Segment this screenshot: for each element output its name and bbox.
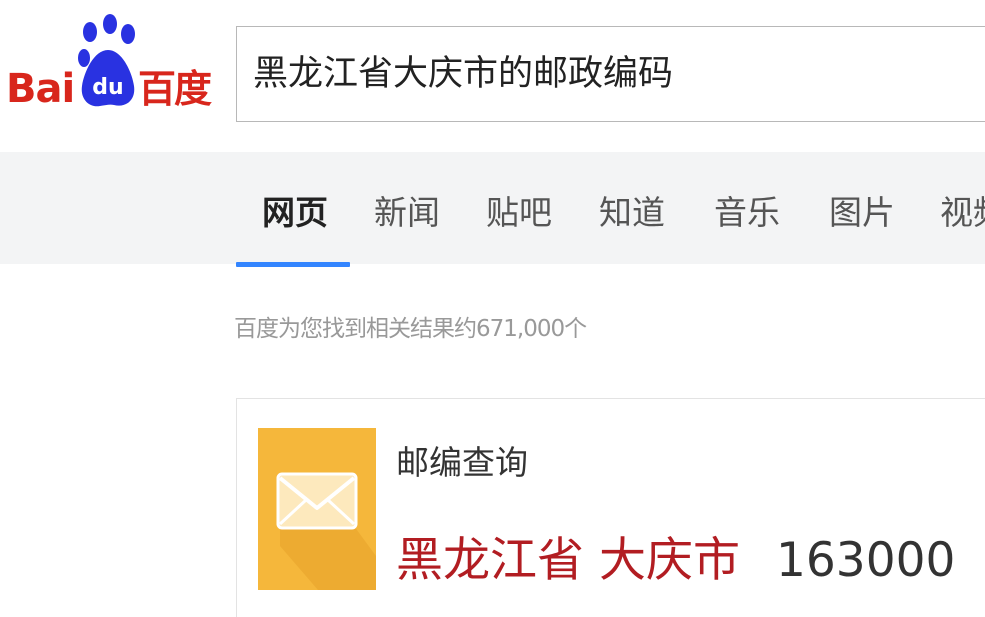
postcode-value: 163000 xyxy=(776,533,956,588)
header: Bai du 百度 xyxy=(0,0,985,152)
postcode-region: 黑龙江省 大庆市 xyxy=(396,533,740,588)
search-input[interactable] xyxy=(253,45,973,103)
tab-web[interactable]: 网页 xyxy=(262,188,328,238)
tab-video[interactable]: 视频 xyxy=(940,188,985,238)
tab-images[interactable]: 图片 xyxy=(829,188,895,238)
paw-text: du xyxy=(92,75,123,100)
postcode-card-title[interactable]: 邮编查询 xyxy=(396,438,528,488)
active-tab-indicator xyxy=(236,262,350,267)
tab-tieba[interactable]: 贴吧 xyxy=(486,188,552,238)
search-tabs: 网页 新闻 贴吧 知道 音乐 图片 视频 xyxy=(0,152,985,264)
search-box xyxy=(236,26,985,122)
logo-latin-text: Bai xyxy=(6,66,75,112)
result-count: 百度为您找到相关结果约671,000个 xyxy=(234,316,587,342)
mail-envelope-icon xyxy=(258,428,376,590)
tab-music[interactable]: 音乐 xyxy=(714,188,780,238)
paw-icon: du xyxy=(78,14,135,107)
search-results-page: Bai du 百度 网页 新闻 贴吧 知道 音乐 图片 视频 百度为您找到相关结… xyxy=(0,0,985,617)
tab-zhidao[interactable]: 知道 xyxy=(599,188,665,238)
logo-chinese-text: 百度 xyxy=(138,67,212,111)
baidu-logo[interactable]: Bai du 百度 xyxy=(6,14,220,114)
tab-news[interactable]: 新闻 xyxy=(374,188,440,238)
